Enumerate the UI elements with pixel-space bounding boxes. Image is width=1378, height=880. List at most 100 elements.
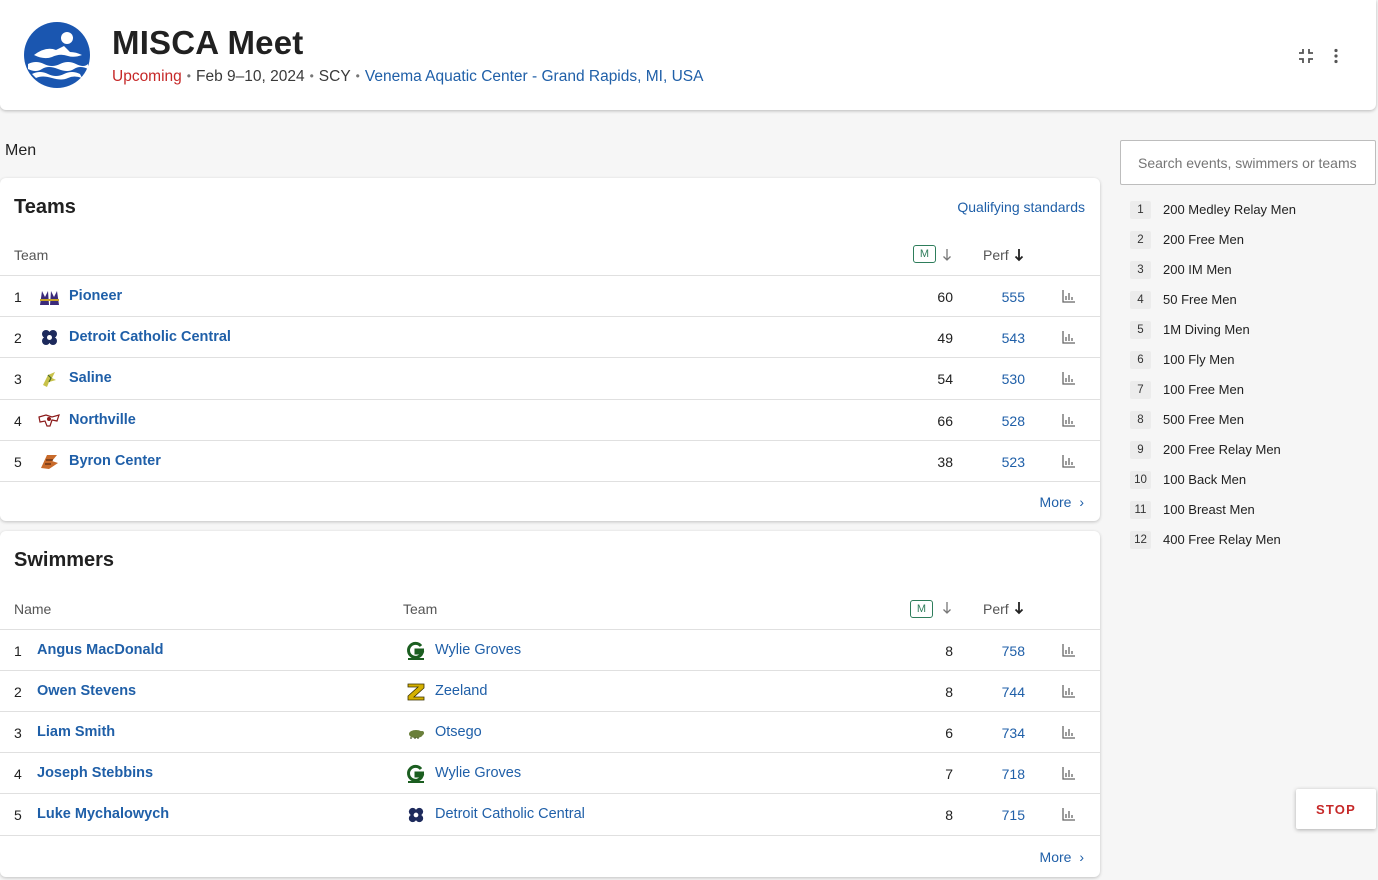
sort-arrow-icon[interactable] — [942, 248, 952, 262]
event-number: 9 — [1130, 441, 1151, 459]
event-number: 2 — [1130, 231, 1151, 249]
bar-chart-icon[interactable] — [1062, 643, 1076, 657]
perf-link[interactable]: 718 — [1002, 766, 1025, 782]
perf-link[interactable]: 530 — [1002, 371, 1025, 387]
rank: 4 — [14, 413, 22, 429]
swimmers-more-link[interactable]: More › — [1040, 849, 1084, 865]
event-item[interactable]: 4 50 Free Men — [1130, 289, 1370, 311]
swimmer-team-link[interactable]: Wylie Groves — [435, 642, 521, 658]
sort-arrow-icon[interactable] — [942, 601, 952, 615]
perf-link[interactable]: 758 — [1002, 643, 1025, 659]
rank: 2 — [14, 330, 22, 346]
rank: 5 — [14, 454, 22, 470]
stop-button[interactable]: STOP — [1296, 789, 1376, 829]
event-item[interactable]: 6 100 Fly Men — [1130, 349, 1370, 371]
bar-chart-icon[interactable] — [1062, 684, 1076, 698]
bar-chart-icon[interactable] — [1062, 371, 1076, 385]
event-item[interactable]: 7 100 Free Men — [1130, 379, 1370, 401]
swimmer-team-link[interactable]: Wylie Groves — [435, 765, 521, 781]
perf-link[interactable]: 528 — [1002, 413, 1025, 429]
swimmer-name-link[interactable]: Owen Stevens — [37, 683, 136, 699]
m-value: 7 — [945, 766, 953, 782]
m-badge[interactable]: M — [910, 600, 933, 618]
collapse-icon[interactable] — [1296, 46, 1316, 66]
event-item[interactable]: 3 200 IM Men — [1130, 259, 1370, 281]
swimmer-name-link[interactable]: Joseph Stebbins — [37, 765, 153, 781]
col-header-team: Team — [403, 601, 438, 617]
teams-card: Teams Qualifying standards Team M Perf 1… — [0, 178, 1100, 521]
bar-chart-icon[interactable] — [1062, 330, 1076, 344]
bar-chart-icon[interactable] — [1062, 766, 1076, 780]
event-number: 6 — [1130, 351, 1151, 369]
teams-more-link[interactable]: More › — [1040, 494, 1084, 510]
event-item[interactable]: 8 500 Free Men — [1130, 409, 1370, 431]
event-number: 4 — [1130, 291, 1151, 309]
venue-link[interactable]: Venema Aquatic Center - Grand Rapids, MI… — [365, 68, 704, 85]
event-name: 100 Breast Men — [1163, 502, 1255, 517]
more-label: More — [1039, 849, 1072, 865]
team-name-link[interactable]: Byron Center — [69, 453, 161, 469]
event-item[interactable]: 12 400 Free Relay Men — [1130, 529, 1370, 551]
swimmer-name-link[interactable]: Liam Smith — [37, 724, 115, 740]
sort-arrow-active-icon[interactable] — [1014, 248, 1024, 262]
m-value: 60 — [937, 289, 953, 305]
saline-logo-icon — [43, 372, 56, 387]
search-input[interactable] — [1120, 140, 1376, 185]
team-row: 4 Northville 66 528 — [0, 400, 1100, 441]
perf-link[interactable]: 543 — [1002, 330, 1025, 346]
swimmer-team-link[interactable]: Otsego — [435, 724, 482, 740]
m-value: 66 — [937, 413, 953, 429]
col-header-name: Name — [14, 601, 52, 617]
qualifying-standards-link[interactable]: Qualifying standards — [957, 199, 1085, 215]
m-badge[interactable]: M — [913, 245, 936, 263]
event-item[interactable]: 1 200 Medley Relay Men — [1130, 199, 1370, 221]
rank: 3 — [14, 725, 22, 741]
swimmer-name-link[interactable]: Angus MacDonald — [37, 642, 163, 658]
perf-link[interactable]: 523 — [1002, 454, 1025, 470]
col-header-perf[interactable]: Perf — [983, 601, 1009, 617]
bar-chart-icon[interactable] — [1062, 289, 1076, 303]
team-row: 5 Byron Center 38 523 — [0, 441, 1100, 482]
team-name-link[interactable]: Pioneer — [69, 288, 122, 304]
team-name-link[interactable]: Saline — [69, 370, 112, 386]
northville-logo-icon — [38, 414, 60, 427]
bar-chart-icon[interactable] — [1062, 454, 1076, 468]
event-item[interactable]: 5 1M Diving Men — [1130, 319, 1370, 341]
catholic-central-logo-icon — [408, 807, 424, 823]
event-name: 500 Free Men — [1163, 412, 1244, 427]
more-vert-icon[interactable] — [1326, 46, 1346, 66]
zeeland-logo-icon — [407, 683, 425, 701]
swimmer-name-link[interactable]: Luke Mychalowych — [37, 806, 169, 822]
col-header-perf[interactable]: Perf — [983, 247, 1009, 263]
m-value: 38 — [937, 454, 953, 470]
event-item[interactable]: 10 100 Back Men — [1130, 469, 1370, 491]
team-row: 2 Detroit Catholic Central 49 543 — [0, 317, 1100, 358]
swim-logo-icon — [24, 22, 90, 88]
m-value: 8 — [945, 807, 953, 823]
swimmer-team-link[interactable]: Detroit Catholic Central — [435, 806, 585, 822]
swimmer-team-link[interactable]: Zeeland — [435, 683, 487, 699]
event-number: 7 — [1130, 381, 1151, 399]
event-name: 200 Medley Relay Men — [1163, 202, 1296, 217]
swimmer-row: 1 Angus MacDonald Wylie Groves 8 758 — [0, 630, 1100, 671]
perf-link[interactable]: 715 — [1002, 807, 1025, 823]
team-name-link[interactable]: Detroit Catholic Central — [69, 329, 231, 345]
event-item[interactable]: 9 200 Free Relay Men — [1130, 439, 1370, 461]
bar-chart-icon[interactable] — [1062, 413, 1076, 427]
team-row: 3 Saline 54 530 — [0, 358, 1100, 400]
bar-chart-icon[interactable] — [1062, 807, 1076, 821]
swimmer-row: 5 Luke Mychalowych Detroit Catholic Cent… — [0, 794, 1100, 836]
event-number: 12 — [1130, 531, 1151, 549]
team-name-link[interactable]: Northville — [69, 412, 136, 428]
perf-link[interactable]: 734 — [1002, 725, 1025, 741]
event-item[interactable]: 2 200 Free Men — [1130, 229, 1370, 251]
perf-link[interactable]: 555 — [1002, 289, 1025, 305]
otsego-logo-icon — [409, 730, 424, 739]
rank: 1 — [14, 289, 22, 305]
meet-subtitle: Upcoming • Feb 9–10, 2024 • SCY • Venema Aquat… — [112, 68, 703, 86]
perf-link[interactable]: 744 — [1002, 684, 1025, 700]
m-value: 54 — [937, 371, 953, 387]
sort-arrow-active-icon[interactable] — [1014, 601, 1024, 615]
bar-chart-icon[interactable] — [1062, 725, 1076, 739]
event-item[interactable]: 11 100 Breast Men — [1130, 499, 1370, 521]
